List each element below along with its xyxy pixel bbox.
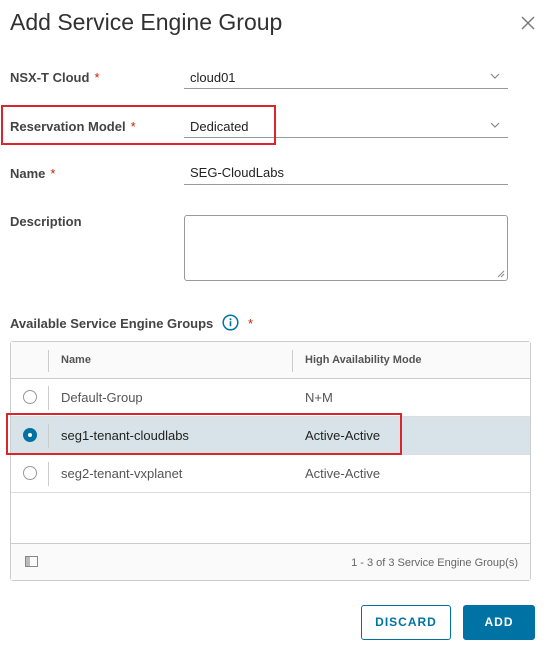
row-name: seg2-tenant-vxplanet <box>61 466 183 481</box>
column-header-name[interactable]: Name <box>61 354 91 366</box>
row-radio[interactable] <box>23 466 37 480</box>
available-groups-label: Available Service Engine Groups <box>10 316 214 331</box>
row-ha-mode: N+M <box>305 390 333 405</box>
resize-grip-icon[interactable] <box>497 270 505 278</box>
add-button[interactable]: ADD <box>463 605 535 640</box>
description-label: Description <box>10 214 82 229</box>
table-row[interactable]: seg2-tenant-vxplanet Active-Active <box>11 455 530 493</box>
required-marker: * <box>50 166 56 181</box>
grid-header: Name High Availability Mode <box>11 342 530 379</box>
row-name: Default-Group <box>61 390 143 405</box>
highlight-box-selected-row <box>6 413 402 455</box>
grid-footer: 1 - 3 of 3 Service Engine Group(s) <box>11 543 530 580</box>
name-input[interactable]: SEG-CloudLabs <box>184 162 508 185</box>
service-engine-groups-grid: Name High Availability Mode Default-Grou… <box>10 341 531 581</box>
table-row[interactable]: Default-Group N+M <box>11 379 530 417</box>
nsxt-cloud-label: NSX-T Cloud * <box>10 70 100 85</box>
nsxt-cloud-value: cloud01 <box>190 70 236 85</box>
description-textarea[interactable] <box>184 215 508 281</box>
info-icon[interactable] <box>222 314 239 331</box>
discard-button[interactable]: DISCARD <box>361 605 451 640</box>
nsxt-cloud-select[interactable]: cloud01 <box>184 66 508 89</box>
chevron-down-icon <box>490 73 500 79</box>
column-toggle-icon[interactable] <box>25 556 38 567</box>
row-divider <box>48 462 49 486</box>
row-radio[interactable] <box>23 390 37 404</box>
name-value: SEG-CloudLabs <box>190 165 284 180</box>
pagination-text: 1 - 3 of 3 Service Engine Group(s) <box>351 557 518 569</box>
column-header-ha-mode[interactable]: High Availability Mode <box>305 354 422 366</box>
row-divider <box>48 386 49 410</box>
highlight-box-reservation <box>1 105 276 145</box>
chevron-down-icon <box>490 122 500 128</box>
available-groups-required: * <box>248 316 254 331</box>
required-marker: * <box>94 70 100 85</box>
column-divider[interactable] <box>292 350 293 372</box>
dialog-title: Add Service Engine Group <box>10 9 283 35</box>
row-ha-mode: Active-Active <box>305 466 381 481</box>
column-divider <box>48 350 49 372</box>
name-label: Name * <box>10 166 56 181</box>
close-icon[interactable] <box>519 14 537 32</box>
